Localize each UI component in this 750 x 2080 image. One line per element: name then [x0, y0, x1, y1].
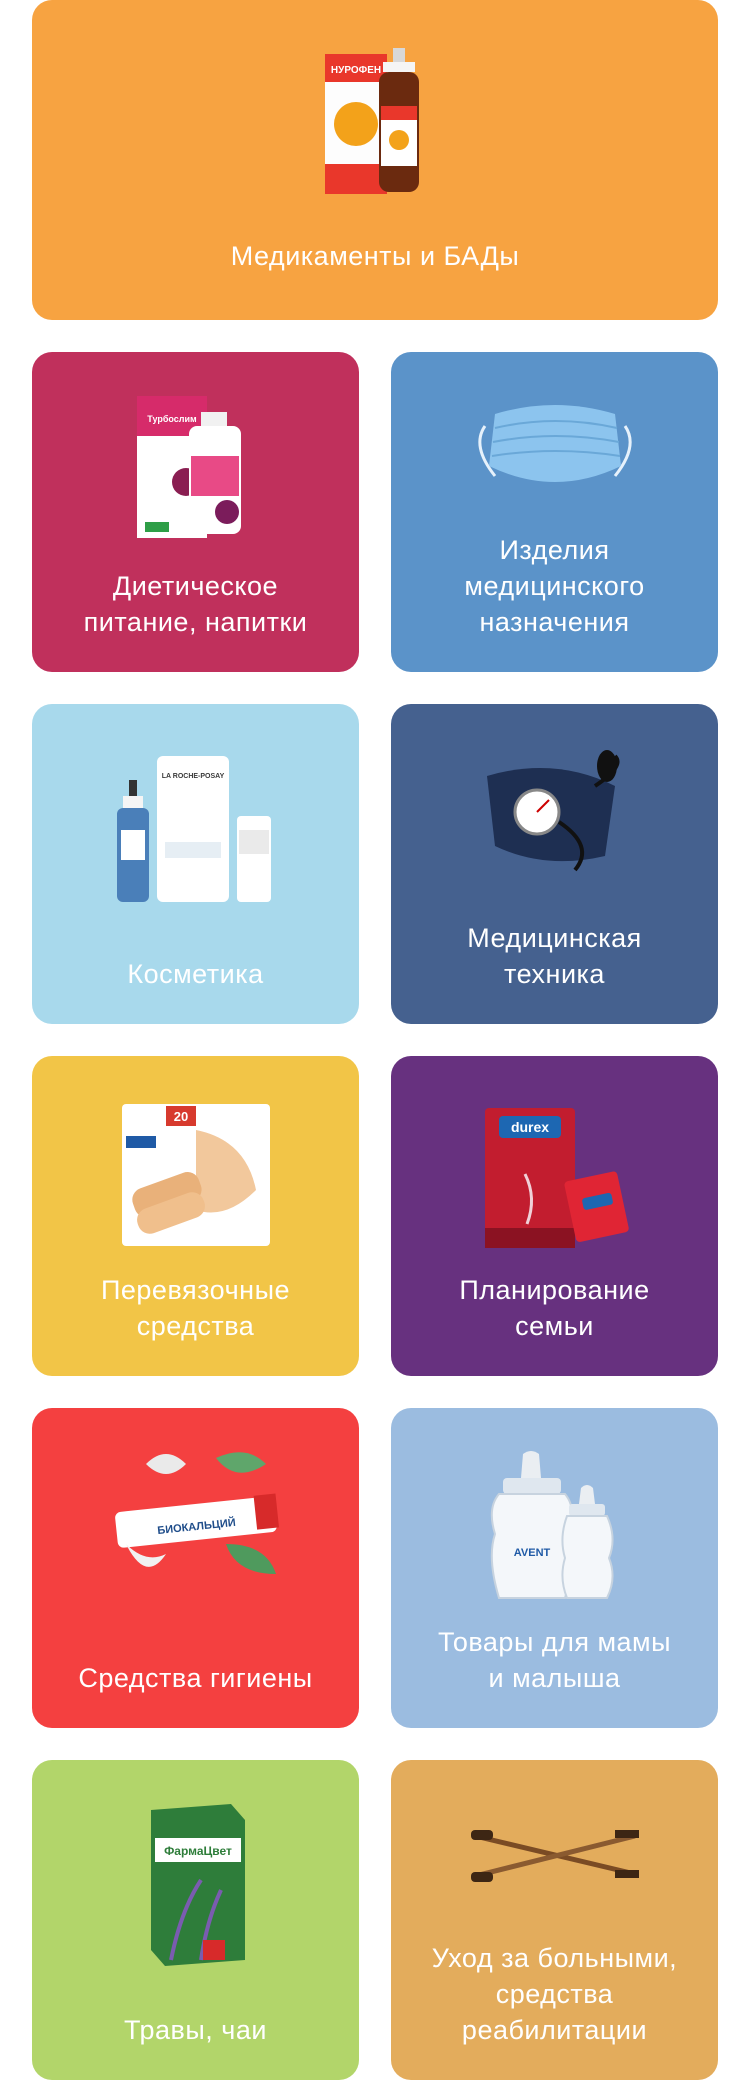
category-tile-diet[interactable]: Турбослим Диетическое питание, напитки [32, 352, 359, 672]
svg-text:20: 20 [173, 1109, 187, 1124]
category-label: Медицинская техника [467, 923, 642, 989]
category-tile-cosmetics[interactable]: LA ROCHE-POSAY Косметика [32, 704, 359, 1024]
diet-product-image: Турбослим [131, 392, 261, 542]
svg-text:LA ROCHE-POSAY: LA ROCHE-POSAY [161, 773, 224, 780]
tonometer-image [475, 746, 635, 876]
svg-text:Турбослим: Турбослим [147, 414, 197, 424]
category-label: Средства гигиены [78, 1663, 313, 1693]
herbal-tea-product-image: ФармаЦвет [141, 1800, 251, 1970]
durex-product-image: durex [475, 1104, 635, 1254]
category-label: Медикаменты и БАДы [230, 241, 520, 271]
category-label: Косметика [127, 959, 264, 989]
category-label: Диетическое питание, напитки [83, 571, 308, 637]
category-tile-dressings[interactable]: 20 Перевязочные средства [32, 1056, 359, 1376]
face-mask-image [465, 386, 645, 506]
medicine-product-image: НУРОФЕН [315, 44, 435, 204]
crutches-image [465, 1816, 645, 1896]
cosmetics-product-image: LA ROCHE-POSAY [111, 750, 281, 910]
svg-text:НУРОФЕН: НУРОФЕН [331, 65, 381, 76]
svg-text:durex: durex [510, 1119, 548, 1135]
category-label: Планирование семьи [459, 1275, 650, 1341]
category-tile-family-planning[interactable]: durex Планирование семьи [391, 1056, 718, 1376]
category-tile-mother-baby[interactable]: AVENT Товары для мамы и малыша [391, 1408, 718, 1728]
category-tile-herbs[interactable]: ФармаЦвет Травы, чаи [32, 1760, 359, 2080]
baby-bottles-image: AVENT [485, 1448, 625, 1608]
svg-text:AVENT: AVENT [513, 1547, 550, 1559]
category-label: Травы, чаи [124, 2015, 267, 2045]
category-tile-hygiene[interactable]: БИОКАЛЬЦИЙ Средства гигиены [32, 1408, 359, 1728]
category-tile-medical-items[interactable]: Изделия медицинского назначения [391, 352, 718, 672]
svg-text:ФармаЦвет: ФармаЦвет [164, 1844, 232, 1858]
category-tile-meds[interactable]: НУРОФЕН Медикаменты и БАДы [32, 0, 718, 320]
plaster-product-image: 20 [116, 1100, 276, 1250]
category-tile-patient-care[interactable]: Уход за больными, средства реабилитации [391, 1760, 718, 2080]
category-label: Перевязочные средства [100, 1275, 290, 1341]
toothpaste-product-image: БИОКАЛЬЦИЙ [106, 1444, 286, 1594]
category-label: Уход за больными, средства реабилитации [431, 1943, 678, 2045]
category-label: Товары для мамы и малыша [437, 1627, 672, 1693]
category-tile-medical-tech[interactable]: Медицинская техника [391, 704, 718, 1024]
category-label: Изделия медицинского назначения [464, 535, 645, 637]
